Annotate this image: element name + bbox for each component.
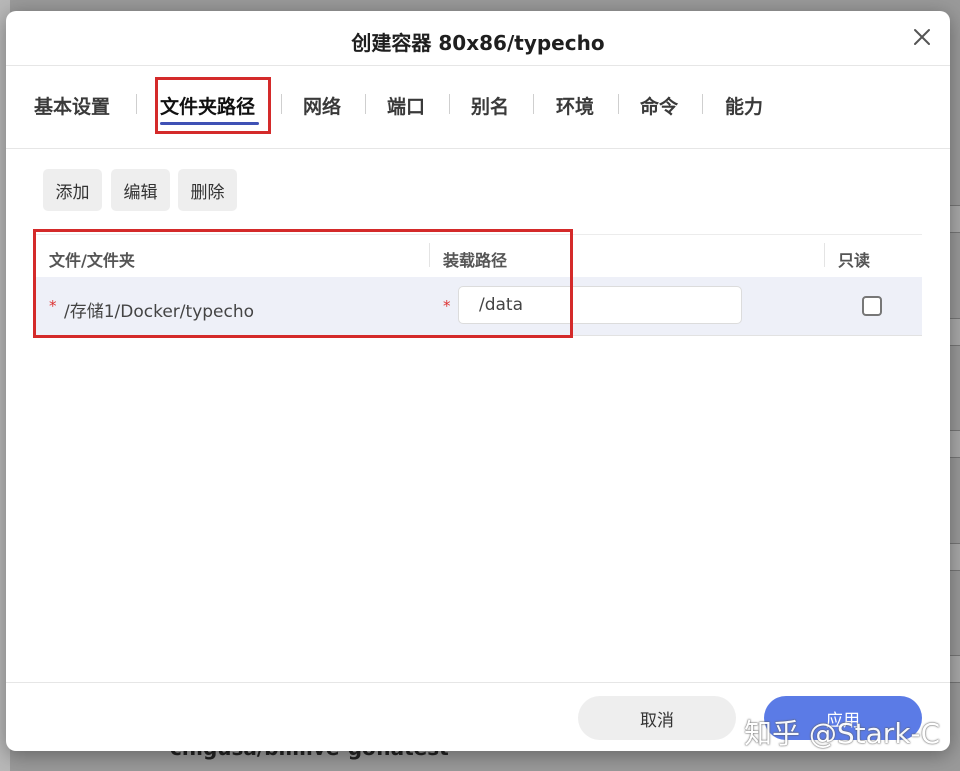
active-tab-indicator bbox=[160, 122, 259, 125]
dialog-title: 创建容器 80x86/typecho bbox=[6, 27, 950, 56]
column-header-mount-path[interactable]: 装载路径 bbox=[443, 247, 507, 271]
dialog-titlebar: 创建容器 80x86/typecho bbox=[6, 11, 950, 66]
close-icon[interactable] bbox=[910, 25, 934, 49]
column-header-folder[interactable]: 文件/文件夹 bbox=[49, 247, 135, 271]
column-header-read-only[interactable]: 只读 bbox=[838, 247, 870, 271]
column-divider bbox=[429, 243, 430, 267]
tab-basic-settings[interactable]: 基本设置 bbox=[34, 92, 110, 119]
required-mark: * bbox=[443, 297, 451, 315]
folder-path-cell: /存储1/Docker/typecho bbox=[64, 297, 254, 322]
table-header: 文件/文件夹 装载路径 只读 bbox=[36, 235, 922, 278]
tab-command[interactable]: 命令 bbox=[640, 92, 678, 119]
tab-divider bbox=[449, 94, 450, 114]
mount-path-input[interactable]: /data bbox=[458, 286, 742, 324]
column-divider bbox=[824, 243, 825, 267]
tab-divider bbox=[702, 94, 703, 114]
tab-port[interactable]: 端口 bbox=[387, 92, 425, 119]
watermark: 知乎 @Stark-C bbox=[744, 712, 940, 752]
tab-divider bbox=[281, 94, 282, 114]
tab-environment[interactable]: 环境 bbox=[556, 92, 594, 119]
table-row[interactable]: * /存储1/Docker/typecho * /data bbox=[36, 277, 922, 336]
volume-table: 文件/文件夹 装载路径 只读 * /存储1/Docker/typecho * /… bbox=[36, 234, 922, 335]
tab-divider bbox=[136, 94, 137, 114]
add-button[interactable]: 添加 bbox=[43, 169, 102, 211]
create-container-dialog: 创建容器 80x86/typecho 基本设置 文件夹路径 网络 端口 别名 环… bbox=[6, 11, 950, 751]
edit-button[interactable]: 编辑 bbox=[111, 169, 170, 211]
tab-network[interactable]: 网络 bbox=[303, 92, 341, 119]
tab-divider bbox=[618, 94, 619, 114]
tab-capability[interactable]: 能力 bbox=[725, 92, 763, 119]
tab-bar: 基本设置 文件夹路径 网络 端口 别名 环境 命令 能力 bbox=[6, 66, 950, 149]
required-mark: * bbox=[49, 297, 57, 315]
tab-alias[interactable]: 别名 bbox=[471, 92, 509, 119]
tab-divider bbox=[365, 94, 366, 114]
cancel-button[interactable]: 取消 bbox=[578, 696, 736, 740]
tab-folder-path[interactable]: 文件夹路径 bbox=[160, 92, 255, 119]
tab-divider bbox=[533, 94, 534, 114]
delete-button[interactable]: 删除 bbox=[178, 169, 237, 211]
read-only-checkbox[interactable] bbox=[862, 296, 882, 316]
